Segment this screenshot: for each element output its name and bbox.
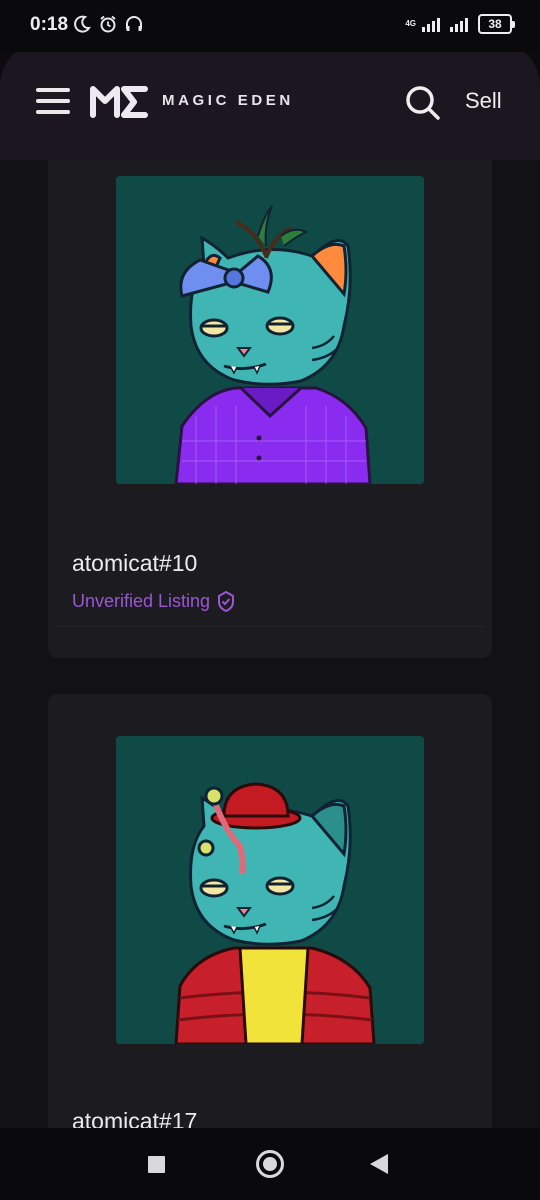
nft-card[interactable]: atomicat#17 (48, 694, 492, 1128)
cat-artwork-icon (116, 736, 424, 1044)
shield-check-icon (218, 590, 235, 612)
nft-card[interactable]: atomicat#10 Unverified Listing (48, 160, 492, 658)
status-icons (72, 14, 144, 34)
magic-eden-logo-icon[interactable] (88, 82, 150, 120)
search-icon[interactable] (404, 84, 442, 122)
listing-status-label: Unverified Listing (72, 590, 211, 611)
nft-image-atomicat-10[interactable] (116, 176, 424, 484)
headphones-icon (126, 16, 142, 31)
square-icon[interactable] (148, 1156, 165, 1173)
network-type-label: 4G (405, 19, 416, 28)
nft-image-atomicat-17[interactable] (116, 736, 424, 1044)
moon-icon (74, 15, 91, 33)
screen: 0:18 4G 38 MAGIC EDEN Sell atomicat#10 U… (0, 0, 540, 1200)
status-time: 0:18 (30, 14, 69, 35)
brand-name[interactable]: MAGIC EDEN (162, 92, 294, 109)
app-header: MAGIC EDEN Sell (0, 42, 540, 160)
signal-icon (422, 18, 440, 32)
nft-name[interactable]: atomicat#10 (72, 550, 197, 577)
system-nav-bar (0, 1128, 540, 1200)
circle-icon[interactable] (256, 1150, 284, 1178)
status-bar: 0:18 4G 38 (0, 0, 540, 52)
battery-indicator: 38 (478, 14, 515, 34)
cat-artwork-icon (116, 176, 424, 484)
hamburger-menu-icon[interactable] (36, 86, 70, 116)
listing-status: Unverified Listing (72, 590, 236, 612)
signal-icon-2 (450, 18, 468, 32)
nft-name[interactable]: atomicat#17 (72, 1108, 197, 1128)
alarm-icon (100, 15, 116, 33)
listings-feed[interactable]: atomicat#10 Unverified Listing atomicat#… (0, 160, 540, 1128)
triangle-back-icon[interactable] (370, 1154, 388, 1174)
sell-button[interactable]: Sell (465, 88, 502, 114)
card-divider (56, 626, 484, 627)
status-right: 4G 38 (405, 14, 515, 34)
